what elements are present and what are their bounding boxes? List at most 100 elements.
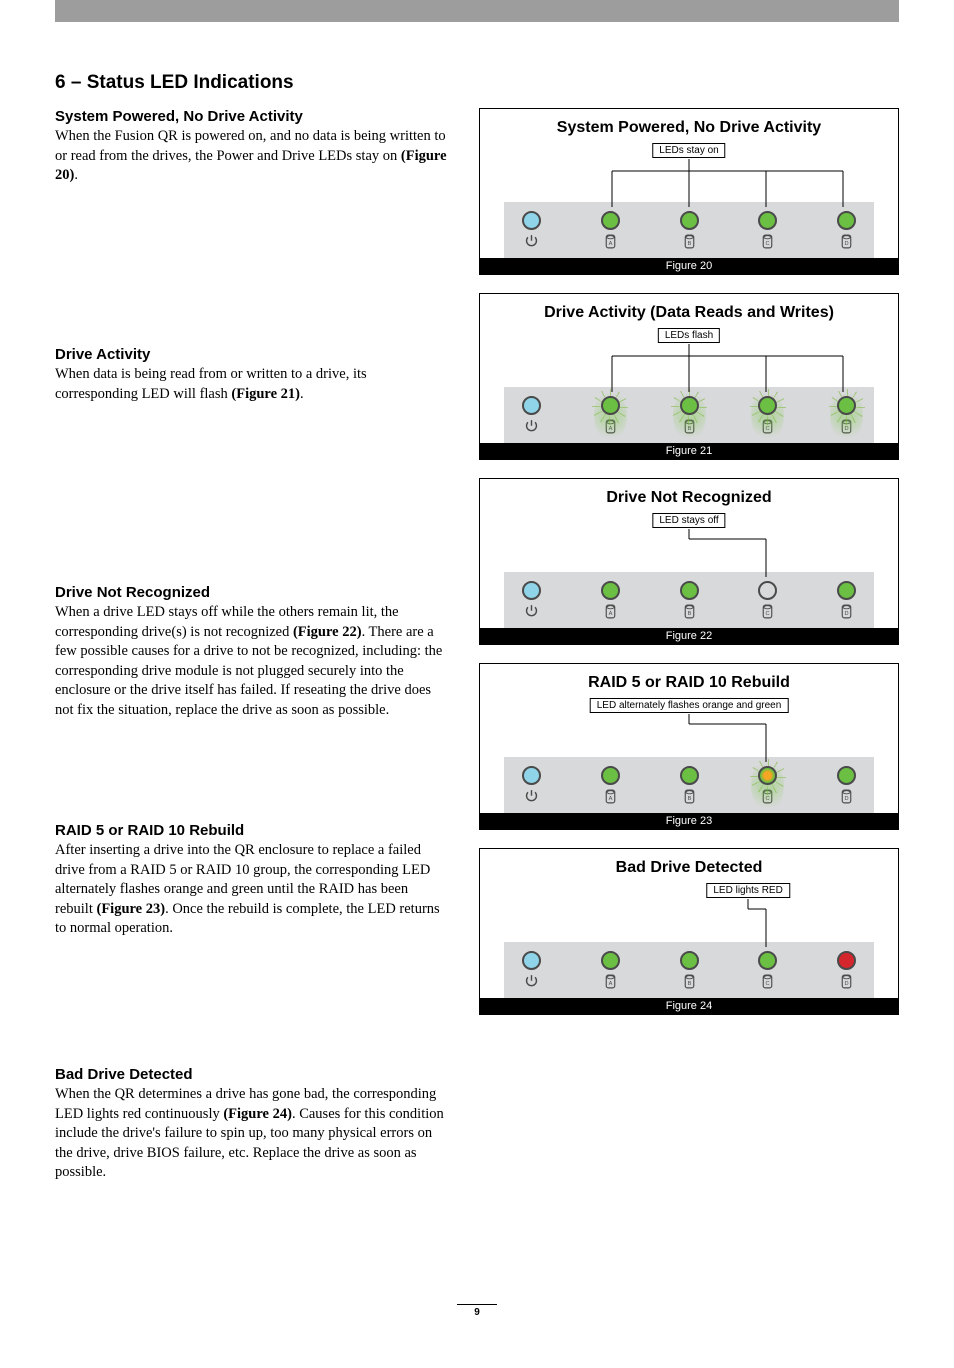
section-bad-drive: Bad Drive Detected When the QR determine… <box>55 1066 449 1266</box>
power-icon <box>523 973 540 990</box>
page-title: 6 – Status LED Indications <box>55 72 899 94</box>
led-diagram: LEDs stay on A B C D <box>492 143 886 258</box>
section-heading: Drive Not Recognized <box>55 584 449 601</box>
power-icon <box>523 603 540 620</box>
led-A: A <box>601 951 620 990</box>
drive-icon: D <box>838 788 855 805</box>
text-column: System Powered, No Drive Activity When t… <box>55 108 449 1294</box>
led-strip: A B C D <box>504 387 874 443</box>
led-B: B <box>680 581 699 620</box>
led-strip: A B C D <box>504 942 874 998</box>
drive-icon: C <box>759 603 776 620</box>
svg-text:B: B <box>687 426 691 432</box>
figure-box: System Powered, No Drive ActivityLEDs st… <box>479 108 899 275</box>
led-strip: A B C D <box>504 572 874 628</box>
led-D: D <box>837 581 856 620</box>
power-icon <box>523 603 540 620</box>
drive-icon: B <box>681 788 698 805</box>
figure-caption: Figure 20 <box>480 258 898 274</box>
section-body: After inserting a drive into the QR encl… <box>55 841 449 939</box>
figure-title: Bad Drive Detected <box>492 859 886 877</box>
drive-icon: B <box>681 418 698 435</box>
section-heading: RAID 5 or RAID 10 Rebuild <box>55 822 449 839</box>
led-circle <box>601 396 620 415</box>
section-body: When the QR determines a drive has gone … <box>55 1085 449 1183</box>
led-circle <box>522 396 541 415</box>
figure-caption: Figure 22 <box>480 628 898 644</box>
svg-text:A: A <box>608 981 612 987</box>
drive-icon: A <box>602 973 619 990</box>
led-circle <box>758 396 777 415</box>
svg-text:D: D <box>844 426 848 432</box>
header-bar <box>55 0 899 22</box>
led-circle <box>601 211 620 230</box>
svg-text:A: A <box>608 796 612 802</box>
led-circle <box>758 211 777 230</box>
drive-icon: C <box>759 233 776 250</box>
drive-icon: A <box>602 418 619 435</box>
led-circle <box>680 766 699 785</box>
drive-icon: A <box>602 233 619 250</box>
drive-icon: C <box>759 233 776 250</box>
led-power <box>522 951 541 990</box>
svg-text:B: B <box>687 796 691 802</box>
led-strip: A B C D <box>504 757 874 813</box>
callout-label: LED alternately flashes orange and green <box>590 698 789 713</box>
led-circle <box>758 766 777 785</box>
figure-box: Drive Not RecognizedLED stays offABCDFig… <box>479 478 899 645</box>
drive-icon: C <box>759 603 776 620</box>
drive-icon: C <box>759 973 776 990</box>
drive-icon: B <box>681 233 698 250</box>
power-icon <box>523 973 540 990</box>
led-circle <box>837 766 856 785</box>
drive-icon: B <box>681 418 698 435</box>
figure-title: Drive Not Recognized <box>492 489 886 507</box>
led-C: C <box>758 766 777 805</box>
power-icon <box>523 788 540 805</box>
drive-icon: C <box>759 973 776 990</box>
svg-text:C: C <box>766 426 770 432</box>
power-icon <box>523 418 540 435</box>
power-icon <box>523 788 540 805</box>
svg-text:B: B <box>687 611 691 617</box>
led-A: A <box>601 211 620 250</box>
drive-icon: A <box>602 603 619 620</box>
callout-label: LEDs flash <box>658 328 720 343</box>
led-D: D <box>837 211 856 250</box>
led-B: B <box>680 951 699 990</box>
figure-box: Bad Drive DetectedLED lights REDABCDFigu… <box>479 848 899 1015</box>
led-strip: A B C D <box>504 202 874 258</box>
svg-text:C: C <box>766 611 770 617</box>
figure-caption: Figure 23 <box>480 813 898 829</box>
svg-text:A: A <box>608 426 612 432</box>
section-drive-activity: Drive Activity When data is being read f… <box>55 346 449 556</box>
section-heading: System Powered, No Drive Activity <box>55 108 449 125</box>
led-circle <box>758 581 777 600</box>
callout-label: LEDs stay on <box>652 143 725 158</box>
svg-text:A: A <box>608 241 612 247</box>
led-D: D <box>837 951 856 990</box>
led-power <box>522 211 541 250</box>
drive-icon: B <box>681 788 698 805</box>
drive-icon: B <box>681 973 698 990</box>
drive-icon: D <box>838 233 855 250</box>
svg-text:A: A <box>608 611 612 617</box>
led-circle <box>837 211 856 230</box>
drive-icon: C <box>759 788 776 805</box>
led-diagram: LED lights REDABCD <box>492 883 886 998</box>
led-D: D <box>837 396 856 435</box>
led-A: A <box>601 766 620 805</box>
drive-icon: D <box>838 973 855 990</box>
drive-icon: A <box>602 418 619 435</box>
led-circle <box>522 581 541 600</box>
led-circle <box>680 581 699 600</box>
drive-icon: D <box>838 788 855 805</box>
led-power <box>522 396 541 435</box>
led-circle <box>837 396 856 415</box>
drive-icon: C <box>759 418 776 435</box>
led-diagram: LED alternately flashes orange and green… <box>492 698 886 813</box>
drive-icon: C <box>759 788 776 805</box>
led-circle <box>680 211 699 230</box>
section-system-powered: System Powered, No Drive Activity When t… <box>55 108 449 318</box>
figure-box: RAID 5 or RAID 10 RebuildLED alternately… <box>479 663 899 830</box>
